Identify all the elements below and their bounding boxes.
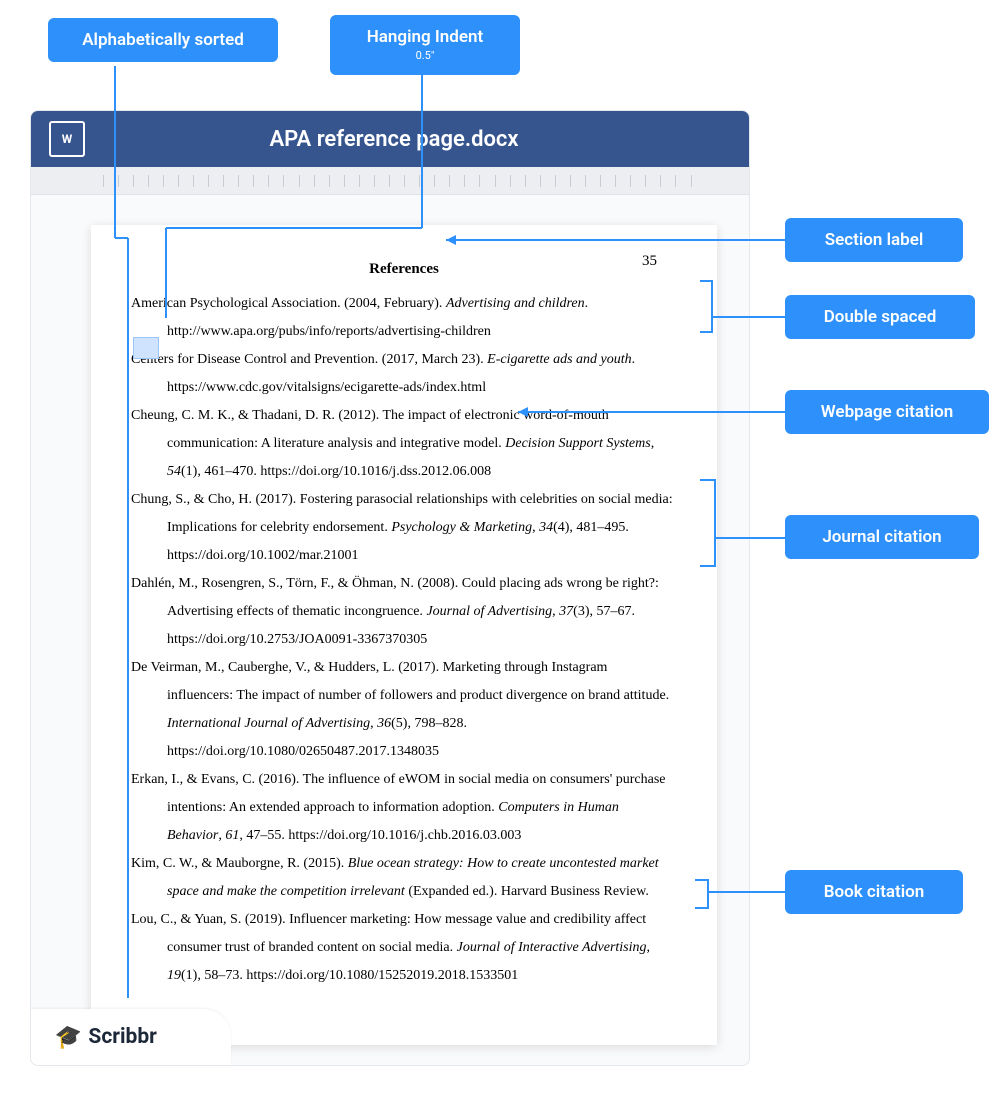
page-workspace: 35 References American Psychological Ass…: [31, 195, 749, 1065]
callout-label: Double spaced: [824, 307, 937, 327]
reference-list: American Psychological Association. (200…: [131, 290, 677, 990]
document-page: 35 References American Psychological Ass…: [91, 225, 717, 1045]
callout-label: Hanging Indent: [367, 27, 483, 47]
reference-entry: Dahlén, M., Rosengren, S., Törn, F., & Ö…: [131, 570, 677, 654]
callout-alphabetical: Alphabetically sorted: [48, 18, 278, 62]
window-title: APA reference page.docx: [107, 127, 731, 152]
callout-section-label: Section label: [785, 218, 963, 262]
reference-entry: De Veirman, M., Cauberghe, V., & Hudders…: [131, 654, 677, 766]
indent-highlight: [133, 337, 159, 359]
scribbr-logo: 🎓 Scribbr: [55, 1025, 157, 1050]
callout-label: Webpage citation: [821, 402, 953, 422]
callout-webpage-citation: Webpage citation: [785, 390, 989, 434]
graduation-cap-icon: 🎓: [53, 1023, 84, 1052]
callout-label: Alphabetically sorted: [82, 30, 244, 50]
callout-label: Section label: [825, 230, 924, 250]
callout-label: Book citation: [824, 882, 925, 902]
ruler: [31, 167, 749, 195]
callout-book-citation: Book citation: [785, 870, 963, 914]
callout-journal-citation: Journal citation: [785, 515, 979, 559]
callout-double-spaced: Double spaced: [785, 295, 975, 339]
reference-entry: American Psychological Association. (200…: [131, 290, 677, 346]
word-icon-letter: W: [62, 132, 73, 146]
logo-text: Scribbr: [88, 1025, 156, 1049]
document-container: W APA reference page.docx 35 References …: [30, 110, 750, 1066]
reference-entry: Centers for Disease Control and Preventi…: [131, 346, 677, 402]
window-titlebar: W APA reference page.docx: [31, 111, 749, 167]
word-icon: W: [49, 121, 85, 157]
reference-entry: Cheung, C. M. K., & Thadani, D. R. (2012…: [131, 402, 677, 486]
references-heading: References: [131, 261, 677, 278]
reference-entry: Erkan, I., & Evans, C. (2016). The influ…: [131, 766, 677, 850]
reference-entry: Lou, C., & Yuan, S. (2019). Influencer m…: [131, 906, 677, 990]
reference-entry: Chung, S., & Cho, H. (2017). Fostering p…: [131, 486, 677, 570]
footer-tab: 🎓 Scribbr: [31, 1009, 231, 1065]
callout-sublabel: 0.5": [350, 49, 500, 62]
callout-label: Journal citation: [822, 527, 941, 547]
page-number: 35: [642, 253, 657, 270]
callout-hanging-indent: Hanging Indent 0.5": [330, 15, 520, 75]
reference-entry: Kim, C. W., & Mauborgne, R. (2015). Blue…: [131, 850, 677, 906]
